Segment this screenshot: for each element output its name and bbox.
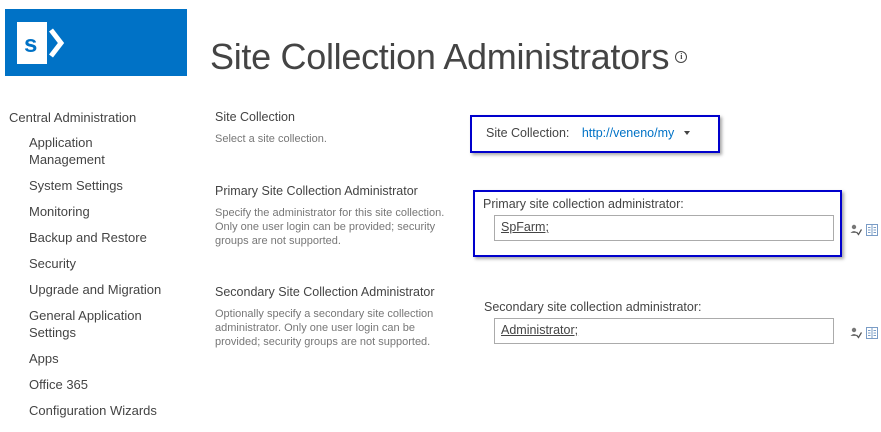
- nav-central-administration[interactable]: Central Administration: [9, 110, 199, 125]
- site-collection-section-description: Select a site collection.: [215, 133, 327, 145]
- site-collection-selector[interactable]: Site Collection: http://veneno/my: [486, 124, 690, 142]
- secondary-admin-section-description: Optionally specify a secondary site coll…: [215, 308, 434, 348]
- primary-admin-picker-icons: [850, 224, 878, 236]
- nav-item-general-application-settings[interactable]: General Application Settings: [29, 307, 159, 341]
- nav-item-system-settings[interactable]: System Settings: [29, 177, 199, 194]
- left-navigation: Central Administration Application Manag…: [9, 110, 199, 428]
- site-collection-field-label: Site Collection:: [486, 126, 570, 140]
- browse-address-book-icon[interactable]: [866, 327, 878, 339]
- nav-item-monitoring[interactable]: Monitoring: [29, 203, 199, 220]
- nav-item-security[interactable]: Security: [29, 255, 199, 272]
- nav-item-office-365[interactable]: Office 365: [29, 376, 199, 393]
- nav-item-upgrade-and-migration[interactable]: Upgrade and Migration: [29, 281, 199, 298]
- secondary-admin-resolved-user[interactable]: Administrator;: [501, 323, 578, 337]
- nav-item-backup-and-restore[interactable]: Backup and Restore: [29, 229, 199, 246]
- site-collection-section: Site Collection Select a site collection…: [215, 110, 455, 146]
- page-title: Site Collection Administrators i: [210, 36, 688, 78]
- site-collection-section-title: Site Collection: [215, 110, 295, 124]
- primary-admin-input[interactable]: SpFarm;: [494, 215, 834, 241]
- primary-admin-section-description: Specify the administrator for this site …: [215, 207, 445, 247]
- info-icon[interactable]: i: [675, 51, 688, 64]
- secondary-admin-field-label: Secondary site collection administrator:: [484, 300, 702, 314]
- primary-admin-section-title: Primary Site Collection Administrator: [215, 184, 418, 198]
- chevron-down-icon[interactable]: [683, 130, 690, 135]
- site-collection-link[interactable]: http://veneno/my: [582, 126, 674, 140]
- secondary-admin-input[interactable]: Administrator;: [494, 318, 834, 344]
- check-names-icon[interactable]: [850, 327, 862, 339]
- secondary-admin-picker-icons: [850, 327, 878, 339]
- primary-admin-field-label: Primary site collection administrator:: [483, 197, 684, 211]
- page-title-text: Site Collection Administrators: [210, 36, 670, 77]
- sharepoint-logo[interactable]: s: [5, 9, 187, 76]
- primary-admin-section: Primary Site Collection Administrator Sp…: [215, 184, 455, 248]
- nav-item-apps[interactable]: Apps: [29, 350, 199, 367]
- check-names-icon[interactable]: [850, 224, 862, 236]
- nav-item-application-management[interactable]: Application Management: [29, 134, 139, 168]
- svg-text:s: s: [24, 31, 37, 58]
- secondary-admin-section-title: Secondary Site Collection Administrator: [215, 285, 435, 299]
- secondary-admin-section: Secondary Site Collection Administrator …: [215, 285, 455, 349]
- primary-admin-resolved-user[interactable]: SpFarm;: [501, 220, 549, 234]
- browse-address-book-icon[interactable]: [866, 224, 878, 236]
- nav-item-configuration-wizards[interactable]: Configuration Wizards: [29, 402, 199, 419]
